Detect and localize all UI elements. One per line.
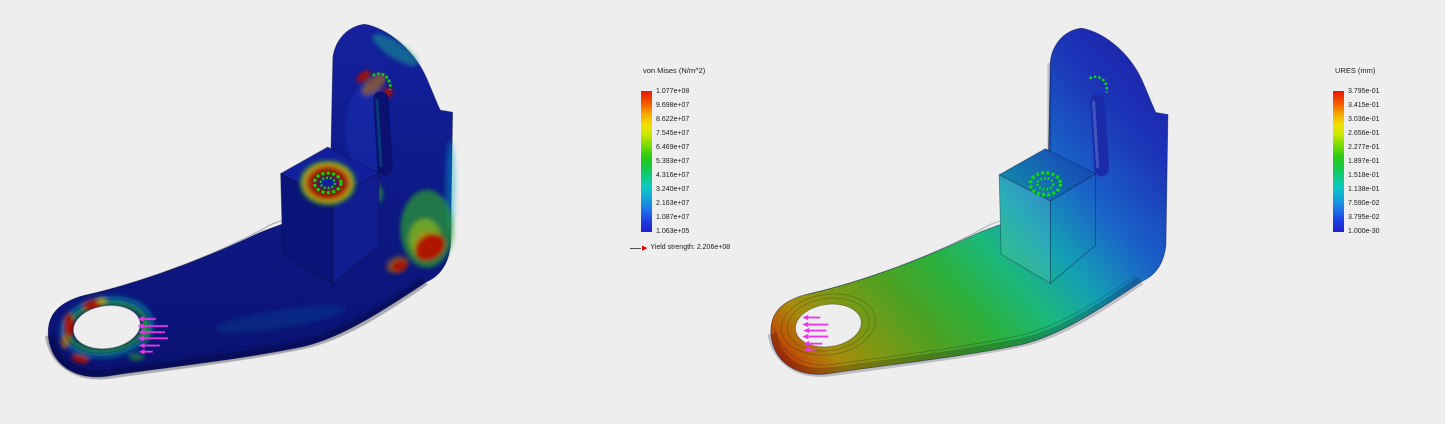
displacement-legend-title: URES (mm) <box>1335 66 1380 75</box>
yield-marker-line <box>630 248 641 249</box>
von-mises-scale-labels: 1.077e+08 9.698e+07 8.622e+07 7.545e+07 … <box>656 88 689 235</box>
scale-label: 1.063e+05 <box>656 228 689 235</box>
scale-label: 3.415e-01 <box>1348 102 1380 109</box>
yield-marker-arrow-icon: ▶ <box>642 245 647 252</box>
scale-label: 4.316e+07 <box>656 172 689 179</box>
scale-label: 9.698e+07 <box>656 102 689 109</box>
scale-label: 2.277e-01 <box>1348 144 1380 151</box>
von-mises-legend-title: von Mises (N/m^2) <box>643 66 730 75</box>
scale-label: 8.622e+07 <box>656 116 689 123</box>
scale-label: 2.656e-01 <box>1348 130 1380 137</box>
displacement-model-view[interactable] <box>758 16 1180 408</box>
von-mises-color-scale <box>641 91 652 232</box>
simulation-results-canvas: von Mises (N/m^2) 1.077e+08 9.698e+07 8.… <box>0 0 1445 424</box>
von-mises-model-view[interactable] <box>35 12 465 411</box>
displacement-scale-labels: 3.795e-01 3.415e-01 3.036e-01 2.656e-01 … <box>1348 88 1380 235</box>
scale-label: 6.469e+07 <box>656 144 689 151</box>
scale-label: 1.087e+07 <box>656 214 689 221</box>
yield-strength-marker: ▶ Yield strength: 2.206e+08 <box>630 244 730 252</box>
displacement-color-scale <box>1333 91 1344 232</box>
scale-label: 3.240e+07 <box>656 186 689 193</box>
scale-label: 1.000e-30 <box>1348 228 1380 235</box>
displacement-legend: URES (mm) 3.795e-01 3.415e-01 3.036e-01 … <box>1333 66 1380 235</box>
scale-label: 1.138e-01 <box>1348 186 1380 193</box>
scale-label: 3.795e-02 <box>1348 214 1380 221</box>
scale-label: 5.393e+07 <box>656 158 689 165</box>
scale-label: 1.897e-01 <box>1348 158 1380 165</box>
scale-label: 3.036e-01 <box>1348 116 1380 123</box>
scale-label: 2.163e+07 <box>656 200 689 207</box>
yield-strength-label: Yield strength: 2.206e+08 <box>650 244 730 252</box>
scale-label: 1.518e-01 <box>1348 172 1380 179</box>
von-mises-legend: von Mises (N/m^2) 1.077e+08 9.698e+07 8.… <box>641 66 730 252</box>
scale-label: 7.545e+07 <box>656 130 689 137</box>
scale-label: 7.590e-02 <box>1348 200 1380 207</box>
scale-label: 1.077e+08 <box>656 88 689 95</box>
scale-label: 3.795e-01 <box>1348 88 1380 95</box>
